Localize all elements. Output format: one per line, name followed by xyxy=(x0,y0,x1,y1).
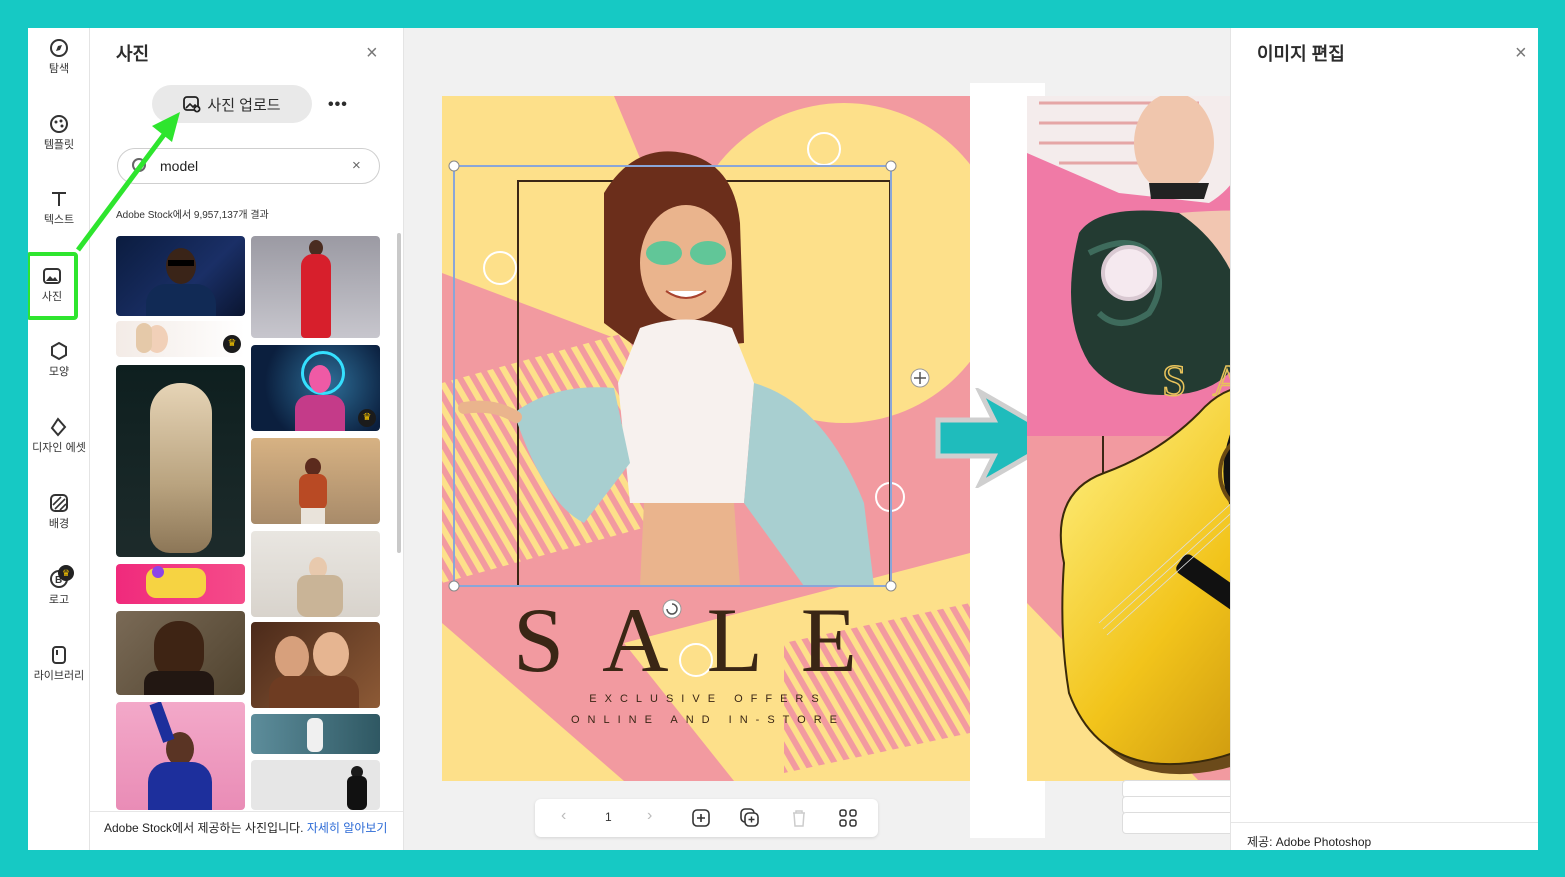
page-thumbnails-stack[interactable] xyxy=(1122,780,1240,838)
photo-thumb[interactable]: ♛ xyxy=(116,321,245,357)
search-input[interactable]: model × xyxy=(117,148,380,184)
photo-thumb[interactable] xyxy=(251,438,380,524)
left-rail: 탐색 템플릿 텍스트 사진 모양 디자인 에셋 배경 B ♛ 로고 라이브러리 xyxy=(28,28,90,850)
rail-item-text[interactable]: 텍스트 xyxy=(28,181,90,247)
close-icon[interactable]: × xyxy=(1515,42,1527,65)
panel-title: 이미지 편집 xyxy=(1257,44,1345,64)
photo-thumb[interactable] xyxy=(251,531,380,617)
rail-item-library[interactable]: 라이브러리 xyxy=(28,637,90,703)
photo-thumb[interactable] xyxy=(251,714,380,754)
photo-thumb[interactable] xyxy=(251,236,380,338)
close-icon[interactable]: × xyxy=(366,42,378,65)
photo-thumb[interactable]: ♛ xyxy=(251,345,380,431)
add-page-icon[interactable] xyxy=(692,809,710,827)
compass-icon xyxy=(50,39,68,57)
upload-photo-button[interactable]: 사진 업로드 xyxy=(152,85,312,123)
panel-title: 사진 xyxy=(116,44,150,64)
next-page-button[interactable]: › xyxy=(647,807,652,825)
rail-item-photos[interactable]: 사진 xyxy=(28,252,78,320)
image-edit-panel: 이미지 편집 × 제공: Adobe Photoshop xyxy=(1230,28,1538,850)
premium-crown-icon: ♛ xyxy=(223,335,241,353)
results-count: Adobe Stock에서 9,957,137개 결과 xyxy=(116,210,269,221)
premium-crown-icon: ♛ xyxy=(358,409,376,427)
photo-thumb[interactable] xyxy=(116,236,245,316)
upload-image-icon xyxy=(183,96,201,113)
rail-item-logo[interactable]: B ♛ 로고 xyxy=(28,561,90,627)
design-asset-icon xyxy=(50,417,67,437)
photo-thumb[interactable] xyxy=(251,760,380,810)
panel-scrollbar[interactable] xyxy=(397,233,401,553)
photo-thumb[interactable] xyxy=(116,611,245,695)
photo-icon xyxy=(43,268,61,284)
clear-search-icon[interactable]: × xyxy=(352,157,361,174)
offer-line-2[interactable]: ONLINE AND IN-STORE xyxy=(571,714,845,726)
page-number: 1 xyxy=(605,810,612,824)
shape-icon xyxy=(51,341,67,361)
photos-panel: 사진 × 사진 업로드 ••• model × Adobe Stock에서 9,… xyxy=(90,28,404,850)
background-icon xyxy=(50,494,68,512)
delete-page-icon[interactable] xyxy=(791,809,807,827)
upload-label: 사진 업로드 xyxy=(207,96,281,114)
text-icon xyxy=(52,192,66,206)
rail-item-templates[interactable]: 템플릿 xyxy=(28,106,90,172)
photo-thumb[interactable] xyxy=(251,622,380,708)
learn-more-link[interactable]: 자세히 알아보기 xyxy=(307,821,388,835)
photoshop-credit: 제공: Adobe Photoshop xyxy=(1231,822,1538,850)
panel-footer: Adobe Stock에서 제공하는 사진입니다. 자세히 알아보기 xyxy=(90,811,403,850)
rail-item-background[interactable]: 배경 xyxy=(28,485,90,551)
photo-thumb[interactable] xyxy=(116,564,245,604)
photo-thumb[interactable] xyxy=(116,365,245,557)
offer-line-1[interactable]: EXCLUSIVE OFFERS xyxy=(589,693,826,705)
template-icon xyxy=(50,115,68,133)
search-value: model xyxy=(160,158,199,174)
rail-item-design-assets[interactable]: 디자인 에셋 xyxy=(28,409,90,475)
photo-thumb[interactable] xyxy=(116,702,245,810)
duplicate-page-icon[interactable] xyxy=(740,808,760,828)
design-canvas: SALE EXCLUSIVE OFFERS ONLINE AND IN-STOR… xyxy=(404,28,1538,850)
rail-label: 사진 xyxy=(41,291,63,303)
model-photo[interactable] xyxy=(454,151,891,586)
prev-page-button[interactable]: ‹ xyxy=(561,807,566,825)
stock-credit-text: Adobe Stock에서 제공하는 사진입니다. xyxy=(104,821,304,835)
premium-crown-icon: ♛ xyxy=(58,565,74,581)
more-options-icon[interactable]: ••• xyxy=(328,96,348,114)
artboard-before[interactable]: SALE EXCLUSIVE OFFERS ONLINE AND IN-STOR… xyxy=(404,83,1004,783)
library-icon xyxy=(52,646,66,664)
page-navigation-bar: ‹ 1 › xyxy=(535,799,878,837)
sale-heading[interactable]: SALE xyxy=(513,589,895,691)
rail-item-explore[interactable]: 탐색 xyxy=(28,30,90,96)
grid-view-icon[interactable] xyxy=(839,809,857,827)
rail-item-shapes[interactable]: 모양 xyxy=(28,333,90,399)
app-frame: 탐색 템플릿 텍스트 사진 모양 디자인 에셋 배경 B ♛ 로고 라이브러리 … xyxy=(28,28,1538,850)
search-icon xyxy=(132,158,146,172)
